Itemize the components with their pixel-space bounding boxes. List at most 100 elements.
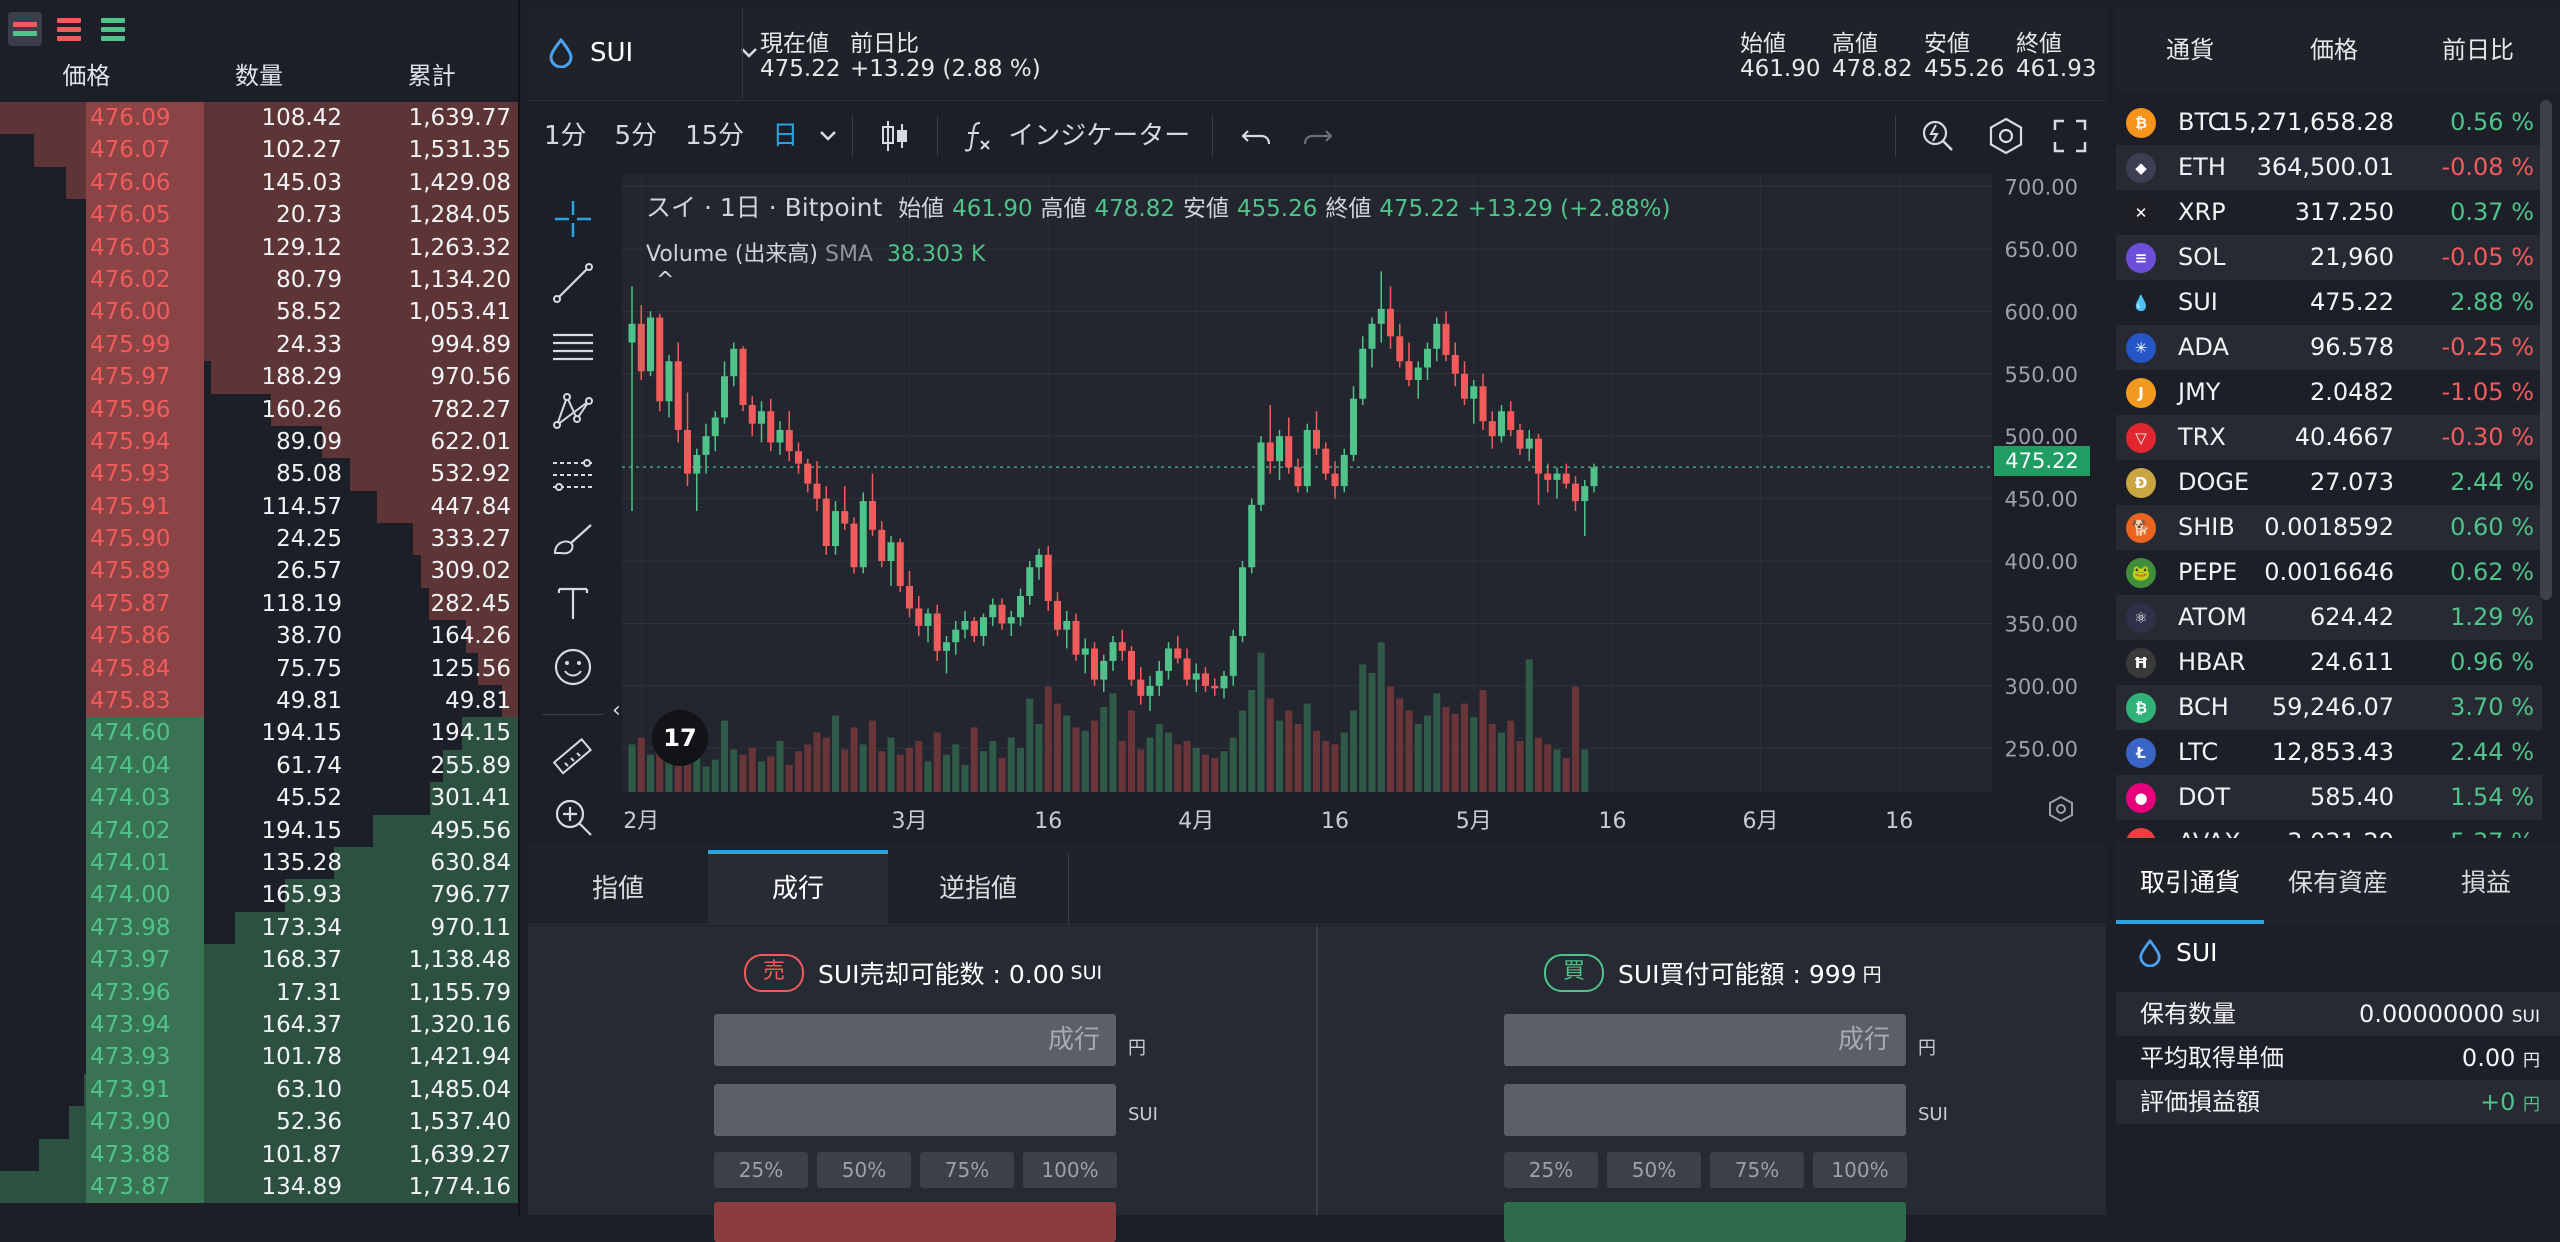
market-row-atom[interactable]: ⚛ ATOM 624.42 1.29 % xyxy=(2116,595,2542,640)
bid-row[interactable]: 473.98 173.34 970.11 xyxy=(0,911,518,945)
pattern-icon[interactable] xyxy=(550,388,596,434)
candle-type-icon[interactable] xyxy=(875,116,915,156)
sell-qty-input[interactable] xyxy=(714,1084,1116,1136)
collapse-tools-icon[interactable]: ‹ xyxy=(612,698,622,738)
interval-15m[interactable]: 15分 xyxy=(671,113,758,159)
crosshair-icon[interactable] xyxy=(550,196,596,242)
bid-row[interactable]: 473.87 134.89 1,774.16 xyxy=(0,1170,518,1204)
ask-row[interactable]: 475.93 85.08 532.92 xyxy=(0,458,518,491)
market-row-ltc[interactable]: Ł LTC 12,853.43 2.44 % xyxy=(2116,730,2542,775)
bid-row[interactable]: 474.02 194.15 495.56 xyxy=(0,814,518,847)
buy-pct-100[interactable]: 100% xyxy=(1813,1152,1907,1188)
ask-row[interactable]: 476.06 145.03 1,429.08 xyxy=(0,166,518,200)
ask-row[interactable]: 475.94 89.09 622.01 xyxy=(0,425,518,459)
sell-pct-50[interactable]: 50% xyxy=(817,1152,911,1188)
ask-row[interactable]: 475.89 26.57 309.02 xyxy=(0,555,518,588)
market-row-shib[interactable]: 🐕 SHIB 0.0018592 0.60 % xyxy=(2116,505,2542,550)
ask-row[interactable]: 475.90 24.25 333.27 xyxy=(0,523,518,556)
market-row-trx[interactable]: ▽ TRX 40.4667 -0.30 % xyxy=(2116,415,2542,460)
market-row-ada[interactable]: ✳ ADA 96.578 -0.25 % xyxy=(2116,325,2542,370)
ask-row[interactable]: 476.07 102.27 1,531.35 xyxy=(0,134,518,167)
buy-pct-50[interactable]: 50% xyxy=(1607,1152,1701,1188)
buy-pct-75[interactable]: 75% xyxy=(1710,1152,1804,1188)
chart-canvas[interactable]: 700.00650.00600.00550.00500.00450.00400.… xyxy=(622,174,2106,838)
bid-row[interactable]: 474.04 61.74 255.89 xyxy=(0,749,518,783)
bid-row[interactable]: 474.01 135.28 630.84 xyxy=(0,846,518,880)
bid-row[interactable]: 473.93 101.78 1,421.94 xyxy=(0,1041,518,1074)
tab-limit[interactable]: 指値 xyxy=(528,854,708,924)
market-row-pepe[interactable]: 🐸 PEPE 0.0016646 0.62 % xyxy=(2116,550,2542,595)
market-row-sol[interactable]: ≡ SOL 21,960 -0.05 % xyxy=(2116,235,2542,280)
bid-row[interactable]: 473.91 63.10 1,485.04 xyxy=(0,1073,518,1107)
market-row-xrp[interactable]: ✕ XRP 317.250 0.37 % xyxy=(2116,190,2542,235)
market-row-hbar[interactable]: Ħ HBAR 24.611 0.96 % xyxy=(2116,640,2542,685)
sell-pct-75[interactable]: 75% xyxy=(920,1152,1014,1188)
bid-row[interactable]: 473.96 17.31 1,155.79 xyxy=(0,976,518,1009)
ruler-icon[interactable] xyxy=(550,734,596,780)
bid-row[interactable]: 474.03 45.52 301.41 xyxy=(0,782,518,815)
interval-chevron-down-icon[interactable] xyxy=(812,113,844,159)
collapse-legend-icon[interactable]: ^ xyxy=(656,268,674,293)
fibonacci-icon[interactable] xyxy=(550,452,596,498)
ask-row[interactable]: 476.05 20.73 1,284.05 xyxy=(0,199,518,232)
sell-pct-25[interactable]: 25% xyxy=(714,1152,808,1188)
bid-row[interactable]: 474.60 194.15 194.15 xyxy=(0,717,518,750)
brush-icon[interactable] xyxy=(550,516,596,562)
trend-line-icon[interactable] xyxy=(550,260,596,306)
indicator-button[interactable]: インジケーター xyxy=(946,113,1204,159)
interval-1d[interactable]: 日 xyxy=(758,113,812,159)
ask-row[interactable]: 475.97 188.29 970.56 xyxy=(0,361,518,394)
market-row-avax[interactable]: ▲ AVAX 3,031.29 5.37 % xyxy=(2116,820,2542,838)
ask-row[interactable]: 475.91 114.57 447.84 xyxy=(0,490,518,524)
ask-row[interactable]: 476.03 129.12 1,263.32 xyxy=(0,231,518,264)
market-row-eth[interactable]: ◆ ETH 364,500.01 -0.08 % xyxy=(2116,145,2542,190)
interval-5m[interactable]: 5分 xyxy=(601,113,672,159)
market-scrollbar[interactable] xyxy=(2540,100,2552,600)
sell-button[interactable] xyxy=(714,1202,1116,1242)
market-row-sui[interactable]: 💧 SUI 475.22 2.88 % xyxy=(2116,280,2542,325)
tab-pnl[interactable]: 損益 xyxy=(2412,842,2560,924)
buy-qty-input[interactable] xyxy=(1504,1084,1906,1136)
ask-row[interactable]: 475.99 24.33 994.89 xyxy=(0,328,518,362)
tab-stop[interactable]: 逆指値 xyxy=(888,854,1069,924)
ask-row[interactable]: 476.02 80.79 1,134.20 xyxy=(0,263,518,297)
ask-row[interactable]: 475.83 49.81 49.81 xyxy=(0,685,518,718)
buy-price-input[interactable]: 成行 xyxy=(1504,1014,1906,1066)
ask-row[interactable]: 475.84 75.75 125.56 xyxy=(0,652,518,686)
sell-pct-100[interactable]: 100% xyxy=(1023,1152,1117,1188)
sell-price-input[interactable]: 成行 xyxy=(714,1014,1116,1066)
view-both-icon[interactable] xyxy=(8,12,42,46)
market-row-jmy[interactable]: J JMY 2.0482 -1.05 % xyxy=(2116,370,2542,415)
price-chart[interactable]: 700.00 650.00 600.00 550.00 500.00 450.00 400.… xyxy=(622,174,2106,838)
tab-trading-currency[interactable]: 取引通貨 xyxy=(2116,842,2264,924)
undo-icon[interactable] xyxy=(1239,119,1273,153)
tab-market[interactable]: 成行 xyxy=(708,850,888,924)
chart-settings-icon[interactable] xyxy=(2046,794,2076,824)
buy-pct-25[interactable]: 25% xyxy=(1504,1152,1598,1188)
tradingview-logo-icon[interactable]: 17 xyxy=(652,710,708,766)
redo-icon[interactable] xyxy=(1301,119,1335,153)
market-row-doge[interactable]: Ð DOGE 27.073 2.44 % xyxy=(2116,460,2542,505)
ask-row[interactable]: 476.09 108.42 1,639.77 xyxy=(0,102,518,135)
zoom-in-icon[interactable] xyxy=(550,794,596,840)
market-row-btc[interactable]: ₿ BTC 15,271,658.28 0.56 % xyxy=(2116,100,2542,145)
bid-row[interactable]: 473.88 101.87 1,639.27 xyxy=(0,1138,518,1171)
ask-row[interactable]: 476.00 58.52 1,053.41 xyxy=(0,296,518,329)
horizontal-lines-icon[interactable] xyxy=(550,324,596,370)
market-row-dot[interactable]: ● DOT 585.40 1.54 % xyxy=(2116,775,2542,820)
ask-row[interactable]: 475.96 160.26 782.27 xyxy=(0,393,518,426)
interval-1m[interactable]: 1分 xyxy=(528,113,601,159)
view-bids-icon[interactable] xyxy=(96,12,130,46)
text-icon[interactable] xyxy=(550,580,596,626)
quick-search-icon[interactable] xyxy=(1918,116,1958,156)
bid-row[interactable]: 474.00 165.93 796.77 xyxy=(0,879,518,912)
bid-row[interactable]: 473.97 168.37 1,138.48 xyxy=(0,944,518,977)
market-row-bch[interactable]: ₿ BCH 59,246.07 3.70 % xyxy=(2116,685,2542,730)
bid-row[interactable]: 473.90 52.36 1,537.40 xyxy=(0,1106,518,1139)
buy-button[interactable] xyxy=(1504,1202,1906,1242)
ask-row[interactable]: 475.86 38.70 164.26 xyxy=(0,620,518,653)
tab-assets[interactable]: 保有資産 xyxy=(2264,842,2412,924)
ask-row[interactable]: 475.87 118.19 282.45 xyxy=(0,587,518,621)
view-asks-icon[interactable] xyxy=(52,12,86,46)
symbol-selector[interactable]: SUI xyxy=(548,30,758,76)
